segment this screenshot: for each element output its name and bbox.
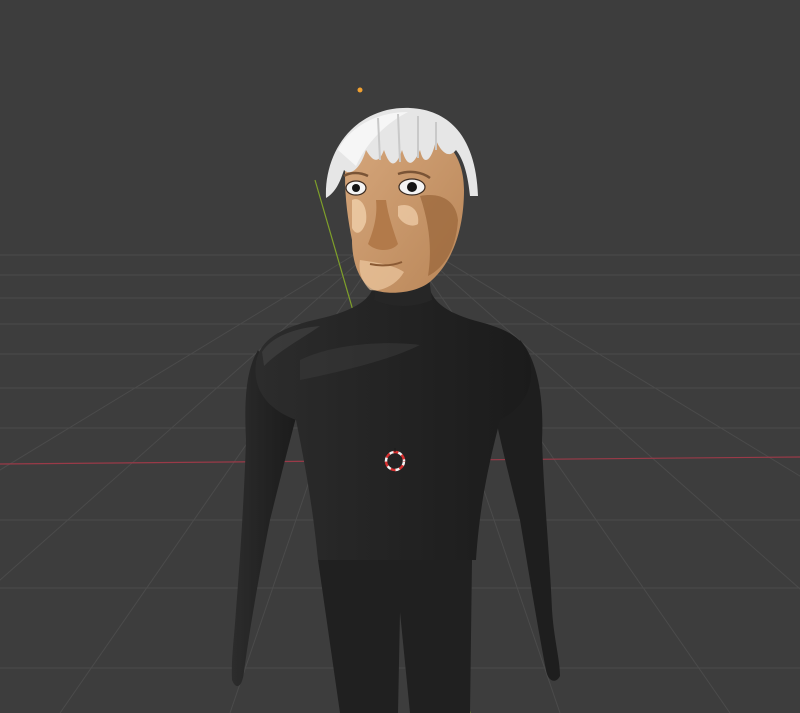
3d-viewport[interactable]	[0, 0, 800, 713]
light-icon[interactable]	[357, 87, 363, 93]
left-pupil	[352, 184, 360, 192]
character-legs[interactable]	[318, 560, 472, 713]
character-model[interactable]	[231, 107, 560, 713]
right-pupil	[407, 182, 417, 192]
viewport-canvas[interactable]	[0, 0, 800, 713]
